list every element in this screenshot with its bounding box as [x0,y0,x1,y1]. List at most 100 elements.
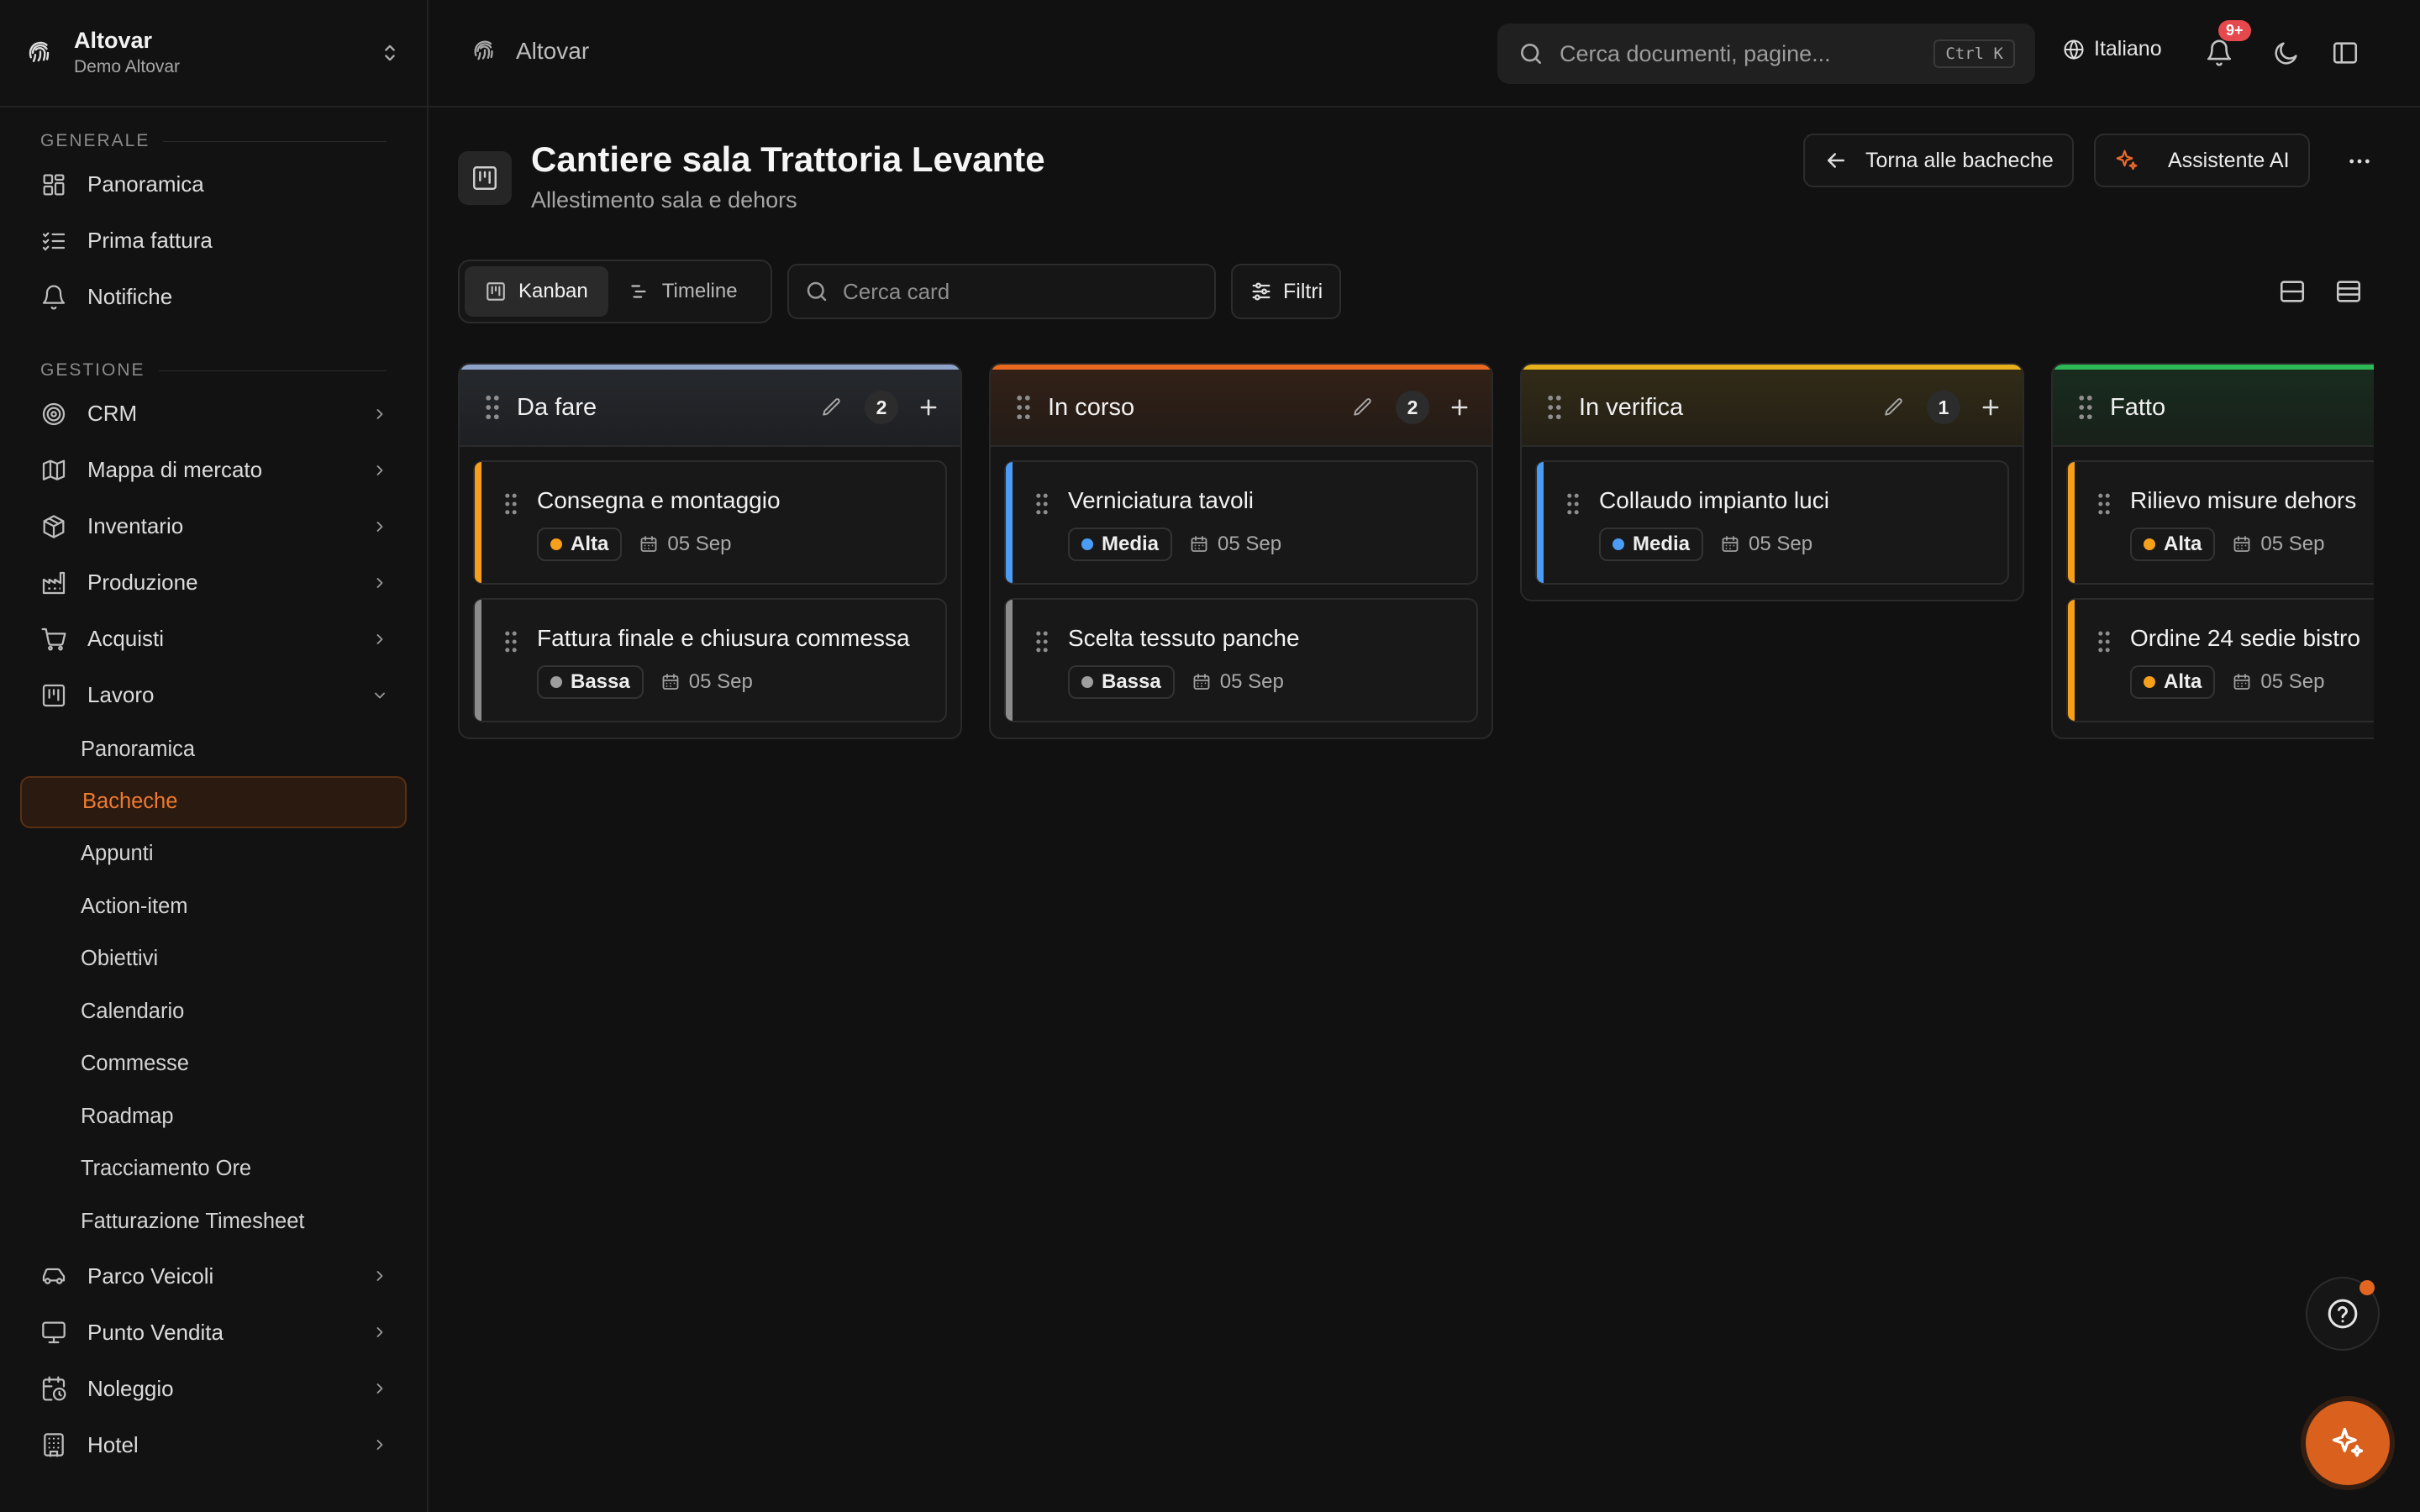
kanban-card[interactable]: Rilievo misure dehors Alta 05 Sep [2066,460,2374,585]
kanban-card[interactable]: Fattura finale e chiusura commessa Bassa… [473,598,947,722]
column-header[interactable]: In corso 2 [991,365,1491,445]
grip-icon[interactable] [1565,492,1581,516]
global-search[interactable]: Cerca documenti, pagine... Ctrl K [1497,24,2035,84]
bell-icon [42,285,66,309]
tab-timeline[interactable]: Timeline [608,266,758,317]
kanban-card[interactable]: Consegna e montaggio Alta 05 Sep [473,460,947,585]
priority-badge: Alta [2130,665,2216,699]
calendar-icon [1191,536,1207,552]
sparkles-icon [2332,1427,2364,1457]
search-shortcut: Ctrl K [1933,39,2015,68]
sidebar-item-mappa-di-mercato[interactable]: Mappa di mercato [0,442,427,498]
bell-icon[interactable] [2205,39,2233,67]
chevron-right-icon [376,1440,383,1450]
grip-icon[interactable] [1034,492,1050,516]
pencil-icon[interactable] [1883,396,1905,418]
card-search-placeholder: Cerca card [843,278,950,304]
card-search-input[interactable]: Cerca card [787,264,1216,319]
sidebar-subitem-obiettivi[interactable]: Obiettivi [0,933,427,986]
sidebar-item-label: Acquisti [87,626,165,651]
dashboard-icon [43,174,65,195]
sidebar-subitem-calendario[interactable]: Calendario [0,985,427,1038]
more-icon[interactable] [2346,148,2373,175]
plus-icon[interactable] [917,396,940,419]
chevron-right-icon [376,577,383,588]
breadcrumb[interactable]: Altovar [471,37,589,66]
calendar-icon [2233,674,2250,690]
grip-icon[interactable] [1014,394,1033,421]
card-meta: Alta 05 Sep [2130,528,2374,561]
filters-button[interactable]: Filtri [1231,264,1342,319]
column-header[interactable]: Fatto [2053,365,2374,445]
sidebar-item-panoramica[interactable]: Panoramica [0,156,427,213]
plus-icon[interactable] [1979,396,2002,419]
grip-icon[interactable] [2076,394,2095,421]
sidebar-item-produzione[interactable]: Produzione [0,554,427,611]
sliders-icon [1252,282,1270,301]
kanban-column: In corso 2 Verniciatura tavoli Media 05 … [989,363,1493,739]
column-header[interactable]: In verifica 1 [1522,365,2023,445]
ai-fab-button[interactable] [2306,1401,2390,1485]
target-icon [42,402,66,425]
sidebar-item-inventario[interactable]: Inventario [0,498,427,554]
org-switcher[interactable]: Altovar Demo Altovar [0,0,427,108]
card-title: Consegna e montaggio [537,487,781,513]
sidebar-subitem-action-item[interactable]: Action-item [0,880,427,933]
sidebar-subitem-panoramica[interactable]: Panoramica [0,723,427,776]
notifications-badge: 9+ [2218,20,2251,41]
kanban-card[interactable]: Scelta tessuto panche Bassa 05 Sep [1004,598,1478,722]
card-accent [1006,600,1013,721]
sidebar-subitem-fatturazione-timesheet[interactable]: Fatturazione Timesheet [0,1195,427,1248]
pencil-icon[interactable] [821,396,843,418]
sidebar-subitem-tracciamento-ore[interactable]: Tracciamento Ore [0,1143,427,1196]
column-header[interactable]: Da fare 2 [460,365,960,445]
plus-icon[interactable] [1448,396,1471,419]
layout-list-icon[interactable] [2334,277,2363,306]
chevrons-updown-icon[interactable] [378,41,402,65]
layout-rows-icon[interactable] [2278,277,2307,306]
sidebar-item-crm[interactable]: CRM [0,386,427,442]
fingerprint-icon [474,40,493,60]
sidebar-item-lavoro[interactable]: Lavoro [0,667,427,723]
ai-label: Assistente AI [2168,148,2290,172]
grip-icon[interactable] [1034,630,1050,654]
sidebar-item-hotel[interactable]: Hotel [0,1417,427,1473]
grip-icon[interactable] [2096,492,2112,516]
grip-icon[interactable] [503,630,518,654]
building-icon [44,1433,64,1457]
kanban-card[interactable]: Ordine 24 sedie bistro Alta 05 Sep [2066,598,2374,722]
sidebar-subitem-appunti[interactable]: Appunti [0,828,427,881]
help-button[interactable] [2306,1277,2380,1351]
sidebar-item-label: Hotel [87,1431,139,1457]
ai-assistant-button[interactable]: Assistente AI [2094,134,2310,187]
back-to-boards-button[interactable]: Torna alle bacheche [1803,134,2074,187]
car-icon [42,1268,66,1284]
sidebar-item-label: Punto Vendita [87,1319,224,1345]
sidebar-item-acquisti[interactable]: Acquisti [0,611,427,667]
kanban-card[interactable]: Verniciatura tavoli Media 05 Sep [1004,460,1478,585]
kanban-card[interactable]: Collaudo impianto luci Media 05 Sep [1535,460,2009,585]
sidebar-subitem-bacheche[interactable]: Bacheche [20,775,407,828]
sidebar-subitem-roadmap[interactable]: Roadmap [0,1090,427,1143]
sidebar-item-label: Inventario [87,513,184,538]
grip-icon[interactable] [483,394,502,421]
pencil-icon[interactable] [1352,396,1374,418]
factory-icon [42,571,66,594]
sidebar-subitem-commesse[interactable]: Commesse [0,1038,427,1091]
grip-icon[interactable] [1545,394,1564,421]
chevron-down-icon [375,692,385,698]
language-switcher[interactable]: Italiano [2062,37,2162,61]
moon-icon[interactable] [2272,39,2301,67]
sidebar-toggle-icon[interactable] [2331,39,2360,67]
sidebar-item-notifiche[interactable]: Notifiche [0,269,427,325]
sidebar-item-prima-fattura[interactable]: Prima fattura [0,213,427,269]
grip-icon[interactable] [2096,630,2112,654]
chevron-right-icon [376,1383,383,1394]
card-accent [2068,462,2075,583]
sidebar-item-noleggio[interactable]: Noleggio [0,1361,427,1417]
grip-icon[interactable] [503,492,518,516]
tab-kanban[interactable]: Kanban [465,266,608,317]
sidebar-item-parco-veicoli[interactable]: Parco Veicoli [0,1248,427,1305]
column-title: Fatto [2110,393,2166,421]
sidebar-item-punto-vendita[interactable]: Punto Vendita [0,1305,427,1361]
